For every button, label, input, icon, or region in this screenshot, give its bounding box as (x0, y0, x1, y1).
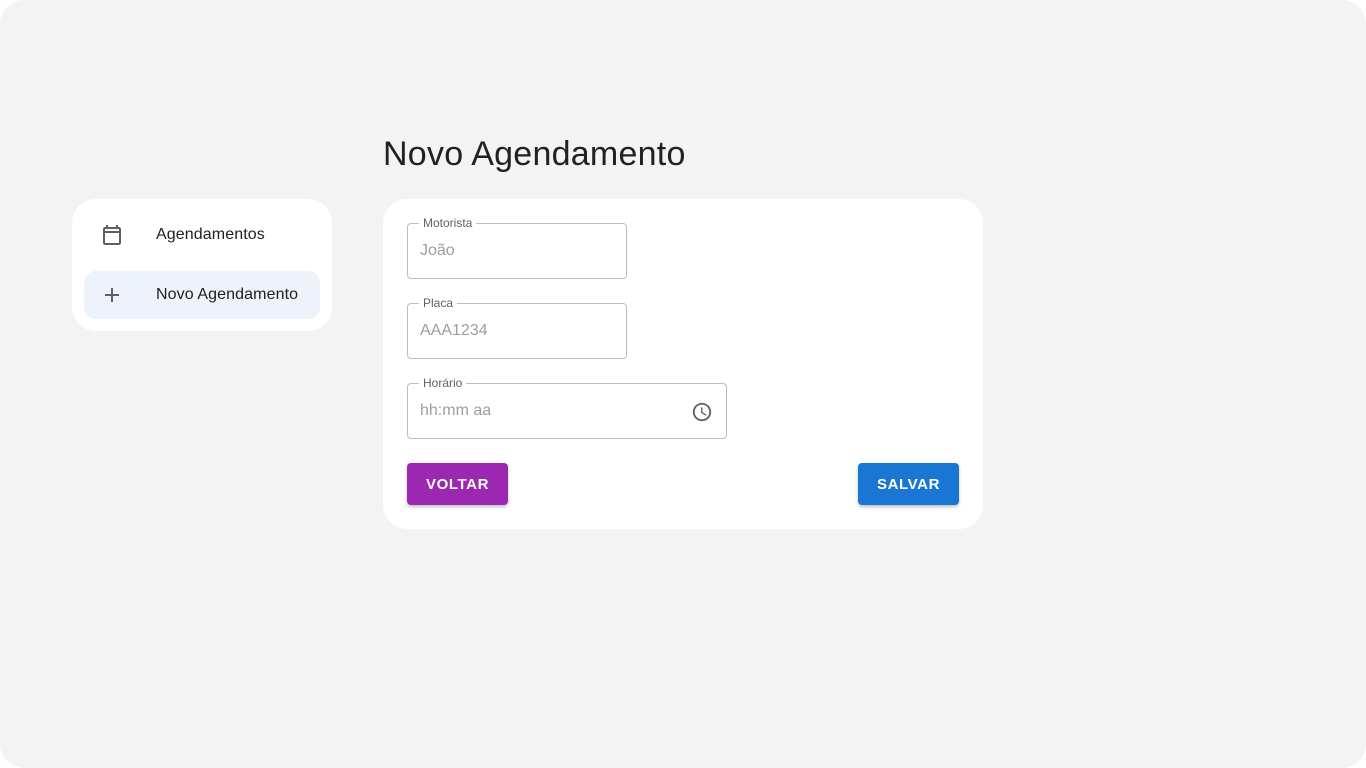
horario-input[interactable] (408, 384, 726, 438)
save-button[interactable]: SALVAR (858, 463, 959, 505)
appointment-form: Motorista Placa Horário VOLTAR SALVAR (383, 199, 983, 529)
sidebar-item-label: Novo Agendamento (156, 286, 299, 303)
motorista-input[interactable] (408, 224, 626, 278)
back-button[interactable]: VOLTAR (407, 463, 508, 505)
placa-input[interactable] (408, 304, 626, 358)
motorista-field: Motorista (407, 216, 627, 279)
plus-icon (84, 283, 140, 307)
placa-label: Placa (419, 296, 458, 310)
placa-field: Placa (407, 296, 627, 359)
sidebar-nav: Agendamentos Novo Agendamento (72, 199, 332, 331)
horario-label: Horário (419, 376, 467, 390)
clock-icon[interactable] (690, 400, 714, 424)
app-root: Agendamentos Novo Agendamento Novo Agend… (0, 0, 1366, 768)
sidebar-item-label: Agendamentos (156, 226, 265, 243)
horario-field: Horário (407, 376, 727, 439)
sidebar-item-agendamentos[interactable]: Agendamentos (84, 211, 320, 259)
page-title: Novo Agendamento (383, 135, 686, 173)
calendar-icon (84, 223, 140, 247)
motorista-label: Motorista (419, 216, 477, 230)
sidebar-item-novo-agendamento[interactable]: Novo Agendamento (84, 271, 320, 319)
